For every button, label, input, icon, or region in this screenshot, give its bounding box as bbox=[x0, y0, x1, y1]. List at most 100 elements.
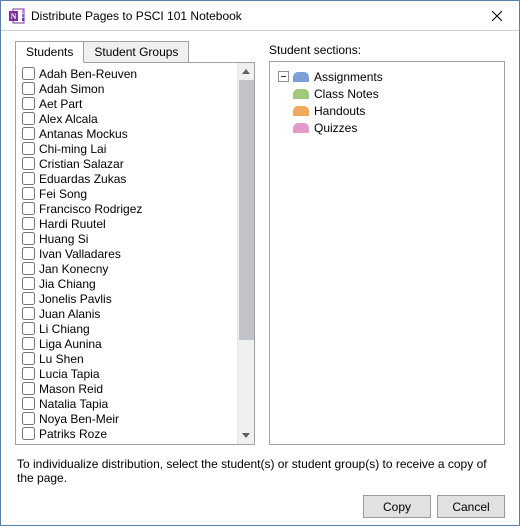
cancel-button[interactable]: Cancel bbox=[437, 495, 505, 518]
student-checkbox[interactable] bbox=[22, 292, 35, 305]
scroll-thumb[interactable] bbox=[239, 80, 254, 340]
student-row[interactable]: Aet Part bbox=[22, 96, 237, 111]
student-checkbox[interactable] bbox=[22, 307, 35, 320]
student-row[interactable]: Jia Chiang bbox=[22, 276, 237, 291]
student-row[interactable]: Adah Ben-Reuven bbox=[22, 66, 237, 81]
student-checkbox[interactable] bbox=[22, 157, 35, 170]
student-checkbox[interactable] bbox=[22, 382, 35, 395]
student-checkbox[interactable] bbox=[22, 187, 35, 200]
student-name: Fei Song bbox=[39, 187, 87, 201]
left-column: Students Student Groups Adah Ben-ReuvenA… bbox=[15, 41, 255, 445]
dialog-content: Students Student Groups Adah Ben-ReuvenA… bbox=[1, 31, 519, 530]
section-name: Assignments bbox=[314, 70, 383, 84]
student-name: Francisco Rodrigez bbox=[39, 202, 142, 216]
tab-students[interactable]: Students bbox=[15, 41, 84, 63]
titlebar: N Distribute Pages to PSCI 101 Notebook bbox=[1, 1, 519, 31]
section-name: Class Notes bbox=[314, 87, 379, 101]
student-row[interactable]: Li Chiang bbox=[22, 321, 237, 336]
onenote-icon: N bbox=[9, 8, 25, 24]
tab-student-groups[interactable]: Student Groups bbox=[83, 41, 189, 63]
section-row[interactable]: Handouts bbox=[293, 102, 383, 119]
sections-pane: Assignments Class Notes Handouts Quizzes bbox=[269, 61, 505, 445]
dialog-window: N Distribute Pages to PSCI 101 Notebook … bbox=[0, 0, 520, 526]
student-checkbox[interactable] bbox=[22, 247, 35, 260]
student-name: Jan Konecny bbox=[39, 262, 108, 276]
section-row[interactable]: Assignments bbox=[293, 68, 383, 85]
student-row[interactable]: Fei Song bbox=[22, 186, 237, 201]
student-name: Aet Part bbox=[39, 97, 82, 111]
student-row[interactable]: Patriks Roze bbox=[22, 426, 237, 441]
student-checkbox[interactable] bbox=[22, 82, 35, 95]
student-checkbox[interactable] bbox=[22, 277, 35, 290]
chevron-up-icon bbox=[242, 69, 250, 74]
section-row[interactable]: Class Notes bbox=[293, 85, 383, 102]
student-name: Adah Ben-Reuven bbox=[39, 67, 137, 81]
sections-list: Assignments Class Notes Handouts Quizzes bbox=[293, 68, 383, 136]
scroll-up-button[interactable] bbox=[238, 63, 255, 80]
student-name: Natalia Tapia bbox=[39, 397, 108, 411]
chevron-down-icon bbox=[242, 433, 250, 438]
student-checkbox[interactable] bbox=[22, 232, 35, 245]
minus-icon bbox=[280, 73, 287, 80]
student-name: Cristian Salazar bbox=[39, 157, 124, 171]
student-name: Antanas Mockus bbox=[39, 127, 128, 141]
student-row[interactable]: Liga Aunina bbox=[22, 336, 237, 351]
student-name: Ivan Valladares bbox=[39, 247, 121, 261]
student-name: Liga Aunina bbox=[39, 337, 102, 351]
scrollbar-vertical[interactable] bbox=[237, 63, 254, 444]
close-icon bbox=[492, 11, 502, 21]
student-checkbox[interactable] bbox=[22, 397, 35, 410]
tab-strip: Students Student Groups bbox=[15, 41, 255, 63]
student-row[interactable]: Lu Shen bbox=[22, 351, 237, 366]
student-checkbox[interactable] bbox=[22, 67, 35, 80]
student-row[interactable]: Adah Simon bbox=[22, 81, 237, 96]
student-row[interactable]: Huang Si bbox=[22, 231, 237, 246]
student-checkbox[interactable] bbox=[22, 337, 35, 350]
close-button[interactable] bbox=[474, 1, 519, 31]
student-row[interactable]: Jonelis Pavlis bbox=[22, 291, 237, 306]
student-row[interactable]: Mason Reid bbox=[22, 381, 237, 396]
scroll-down-button[interactable] bbox=[238, 427, 255, 444]
student-row[interactable]: Alex Alcala bbox=[22, 111, 237, 126]
student-row[interactable]: Francisco Rodrigez bbox=[22, 201, 237, 216]
student-list-pane: Adah Ben-ReuvenAdah SimonAet PartAlex Al… bbox=[15, 62, 255, 445]
scroll-track[interactable] bbox=[238, 80, 255, 427]
student-row[interactable]: Jan Konecny bbox=[22, 261, 237, 276]
tree-collapse-button[interactable] bbox=[278, 71, 289, 82]
student-row[interactable]: Cristian Salazar bbox=[22, 156, 237, 171]
section-row[interactable]: Quizzes bbox=[293, 119, 383, 136]
student-row[interactable]: Hardi Ruutel bbox=[22, 216, 237, 231]
dialog-title: Distribute Pages to PSCI 101 Notebook bbox=[31, 9, 474, 23]
student-name: Jonelis Pavlis bbox=[39, 292, 112, 306]
student-checkbox[interactable] bbox=[22, 352, 35, 365]
student-row[interactable]: Noya Ben-Meir bbox=[22, 411, 237, 426]
student-checkbox[interactable] bbox=[22, 367, 35, 380]
student-name: Adah Simon bbox=[39, 82, 104, 96]
student-row[interactable]: Antanas Mockus bbox=[22, 126, 237, 141]
section-name: Handouts bbox=[314, 104, 365, 118]
student-checkbox[interactable] bbox=[22, 322, 35, 335]
student-checkbox[interactable] bbox=[22, 142, 35, 155]
student-checkbox[interactable] bbox=[22, 217, 35, 230]
student-checkbox[interactable] bbox=[22, 172, 35, 185]
student-name: Patriks Roze bbox=[39, 427, 107, 441]
student-row[interactable]: Natalia Tapia bbox=[22, 396, 237, 411]
student-checkbox[interactable] bbox=[22, 412, 35, 425]
student-row[interactable]: Ivan Valladares bbox=[22, 246, 237, 261]
student-row[interactable]: Lucia Tapia bbox=[22, 366, 237, 381]
student-row[interactable]: Juan Alanis bbox=[22, 306, 237, 321]
student-name: Li Chiang bbox=[39, 322, 90, 336]
student-name: Huang Si bbox=[39, 232, 88, 246]
student-checkbox[interactable] bbox=[22, 112, 35, 125]
student-checkbox[interactable] bbox=[22, 97, 35, 110]
student-row[interactable]: Chi-ming Lai bbox=[22, 141, 237, 156]
sections-tree: Assignments Class Notes Handouts Quizzes bbox=[278, 68, 496, 136]
student-name: Juan Alanis bbox=[39, 307, 100, 321]
student-checkbox[interactable] bbox=[22, 127, 35, 140]
section-name: Quizzes bbox=[314, 121, 357, 135]
student-row[interactable]: Eduardas Zukas bbox=[22, 171, 237, 186]
student-checkbox[interactable] bbox=[22, 427, 35, 440]
copy-button[interactable]: Copy bbox=[363, 495, 431, 518]
student-checkbox[interactable] bbox=[22, 202, 35, 215]
student-checkbox[interactable] bbox=[22, 262, 35, 275]
